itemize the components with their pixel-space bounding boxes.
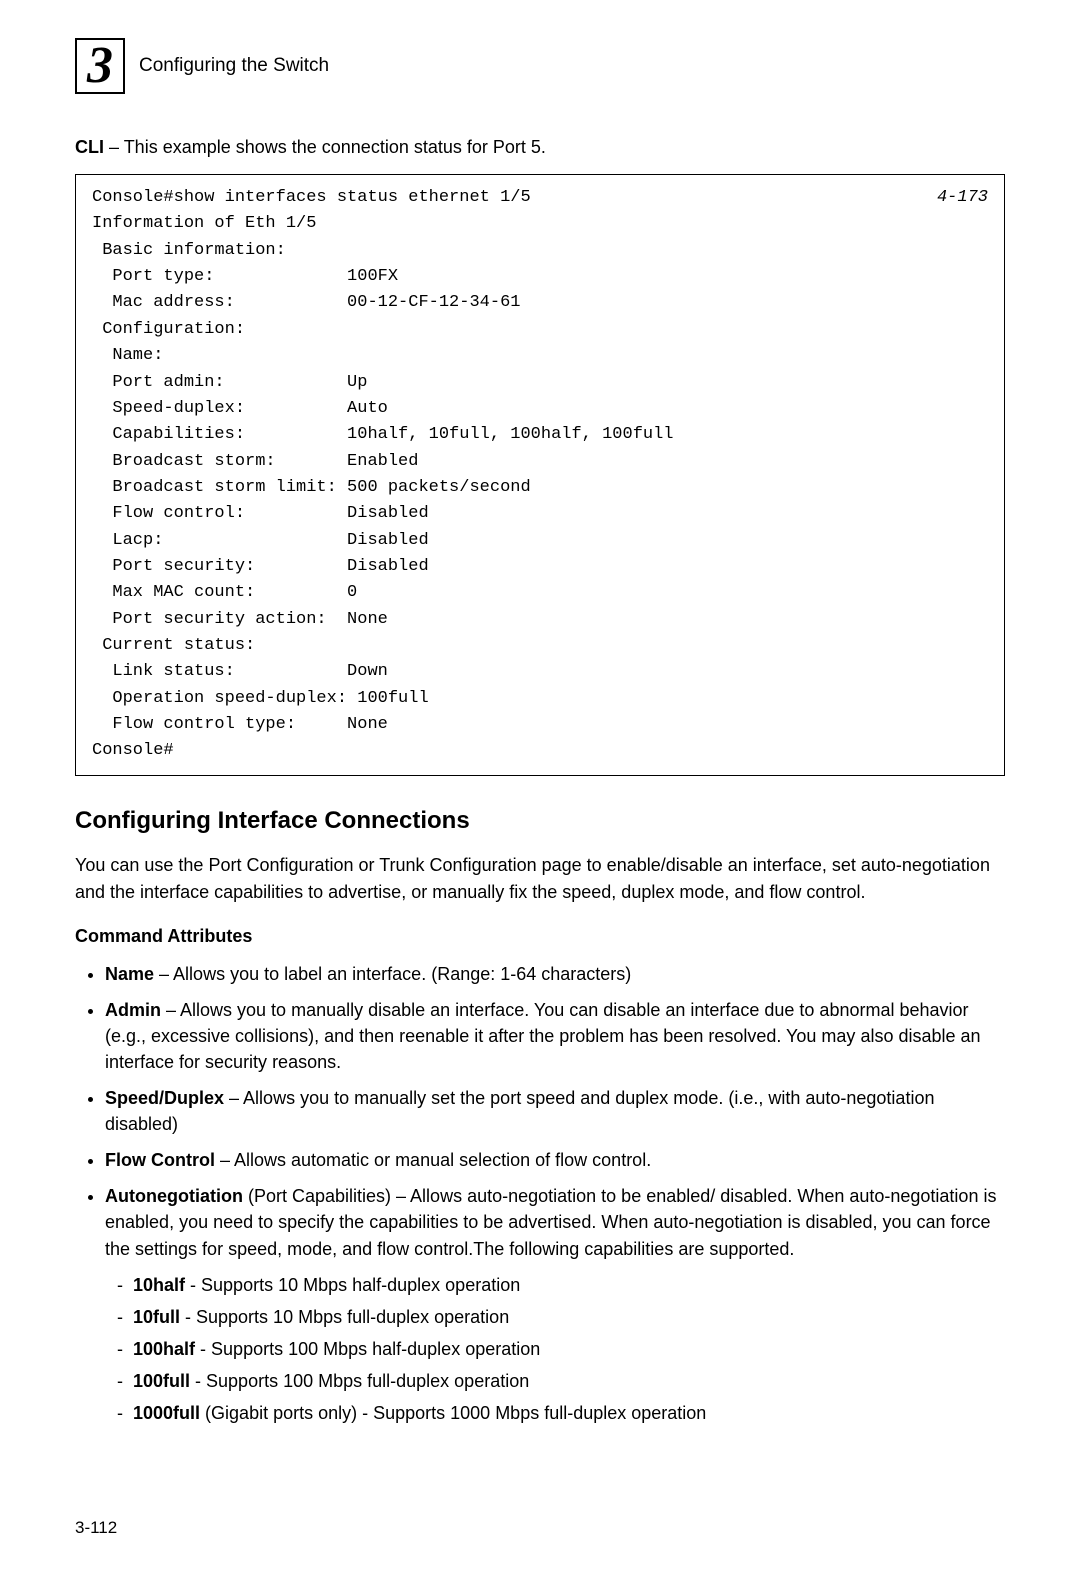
code-content: Console#show interfaces status ethernet … — [92, 188, 674, 760]
cap-10half: 10half - Supports 10 Mbps half-duplex op… — [133, 1272, 1005, 1298]
section-intro-paragraph: You can use the Port Configuration or Tr… — [75, 852, 1005, 904]
cli-text: – This example shows the connection stat… — [104, 137, 546, 157]
cap-label: 100full — [133, 1371, 190, 1391]
attr-admin: Admin – Allows you to manually disable a… — [105, 997, 1005, 1075]
cap-desc: - Supports 10 Mbps half-duplex operation — [185, 1275, 520, 1295]
cli-intro: CLI – This example shows the connection … — [75, 134, 1005, 160]
attr-label: Speed/Duplex — [105, 1088, 224, 1108]
chapter-title: Configuring the Switch — [139, 52, 329, 80]
attributes-list: Name – Allows you to label an interface.… — [75, 961, 1005, 1426]
attr-label: Name — [105, 964, 154, 984]
capabilities-list: 10half - Supports 10 Mbps half-duplex op… — [105, 1272, 1005, 1426]
attr-desc: – Allows automatic or manual selection o… — [215, 1150, 651, 1170]
cap-100full: 100full - Supports 100 Mbps full-duplex … — [133, 1368, 1005, 1394]
cap-label: 100half — [133, 1339, 195, 1359]
cap-desc: - Supports 10 Mbps full-duplex operation — [180, 1307, 509, 1327]
attr-desc: – Allows you to manually set the port sp… — [105, 1088, 934, 1134]
cap-1000full: 1000full (Gigabit ports only) - Supports… — [133, 1400, 1005, 1426]
attr-desc: – Allows you to label an interface. (Ran… — [154, 964, 631, 984]
cap-label: 10full — [133, 1307, 180, 1327]
page-header: 3 Configuring the Switch — [75, 38, 1005, 94]
cap-desc: - Supports 100 Mbps half-duplex operatio… — [195, 1339, 540, 1359]
cli-output-block: 4-173 Console#show interfaces status ethe… — [75, 174, 1005, 776]
cap-desc: (Gigabit ports only) - Supports 1000 Mbp… — [200, 1403, 706, 1423]
attr-autonegotiation: Autonegotiation (Port Capabilities) – Al… — [105, 1183, 1005, 1426]
cap-desc: - Supports 100 Mbps full-duplex operatio… — [190, 1371, 529, 1391]
chapter-number-box: 3 — [75, 38, 125, 94]
cap-label: 1000full — [133, 1403, 200, 1423]
page-number: 3-112 — [75, 1516, 1005, 1541]
cap-100half: 100half - Supports 100 Mbps half-duplex … — [133, 1336, 1005, 1362]
section-heading: Configuring Interface Connections — [75, 804, 1005, 839]
attr-name: Name – Allows you to label an interface.… — [105, 961, 1005, 987]
code-reference: 4-173 — [937, 185, 988, 211]
attr-label: Admin — [105, 1000, 161, 1020]
command-attributes-heading: Command Attributes — [75, 923, 1005, 949]
attr-flow-control: Flow Control – Allows automatic or manua… — [105, 1147, 1005, 1173]
attr-speed-duplex: Speed/Duplex – Allows you to manually se… — [105, 1085, 1005, 1137]
attr-desc: – Allows you to manually disable an inte… — [105, 1000, 981, 1072]
cap-label: 10half — [133, 1275, 185, 1295]
cli-label: CLI — [75, 137, 104, 157]
attr-label: Autonegotiation — [105, 1186, 243, 1206]
cap-10full: 10full - Supports 10 Mbps full-duplex op… — [133, 1304, 1005, 1330]
attr-label: Flow Control — [105, 1150, 215, 1170]
